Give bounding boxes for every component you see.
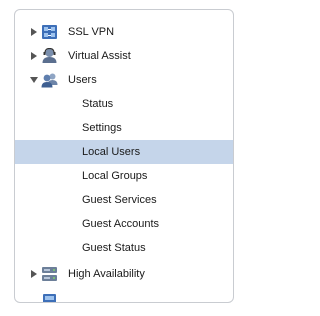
- tree-item-label: Local Users: [82, 146, 141, 158]
- users-icon: [41, 72, 58, 88]
- tree-item-label: Status: [82, 98, 114, 110]
- expand-arrow-icon[interactable]: [29, 262, 39, 286]
- tree-item-guest-accounts[interactable]: Guest Accounts: [15, 212, 233, 236]
- tree-item-local-users[interactable]: Local Users: [15, 140, 233, 164]
- tree-item-guest-status[interactable]: Guest Status: [15, 236, 233, 260]
- tree-item-users[interactable]: Users: [15, 68, 233, 92]
- tree-item-high-availability[interactable]: High Availability: [15, 262, 233, 286]
- tree-item-label: SSL VPN: [68, 26, 115, 38]
- high-availability-icon: [41, 266, 58, 282]
- tree-item-guest-services[interactable]: Guest Services: [15, 188, 233, 212]
- tree-item-partial[interactable]: [15, 286, 233, 302]
- collapse-arrow-icon[interactable]: [29, 68, 39, 92]
- tree-item-settings[interactable]: Settings: [15, 116, 233, 140]
- ssl-vpn-icon: [41, 24, 58, 40]
- tree-item-label: Virtual Assist: [68, 50, 131, 62]
- folder-icon: [41, 292, 58, 302]
- tree-item-label: High Availability: [68, 268, 145, 280]
- navigation-tree: SSL VPN Virtual Assist Users Status Sett…: [15, 10, 233, 302]
- tree-item-label: Users: [68, 74, 97, 86]
- tree-item-status[interactable]: Status: [15, 92, 233, 116]
- tree-item-label: Guest Services: [82, 194, 157, 206]
- tree-item-label: Settings: [82, 122, 122, 134]
- tree-item-label: Guest Accounts: [82, 218, 160, 230]
- expand-arrow-icon[interactable]: [29, 44, 39, 68]
- navigation-panel: SSL VPN Virtual Assist Users Status Sett…: [14, 9, 234, 303]
- tree-item-label: Guest Status: [82, 242, 146, 254]
- expand-arrow-icon[interactable]: [29, 20, 39, 44]
- tree-item-ssl-vpn[interactable]: SSL VPN: [15, 20, 233, 44]
- tree-item-label: Local Groups: [82, 170, 148, 182]
- tree-item-local-groups[interactable]: Local Groups: [15, 164, 233, 188]
- virtual-assist-icon: [41, 47, 58, 64]
- tree-item-virtual-assist[interactable]: Virtual Assist: [15, 44, 233, 68]
